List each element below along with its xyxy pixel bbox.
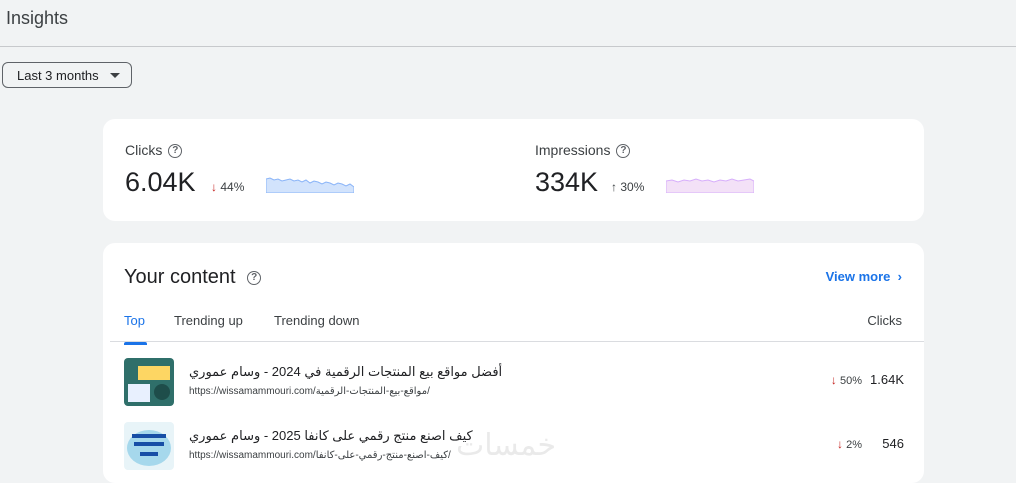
thumbnail-image	[124, 358, 174, 406]
clicks-value: 6.04K	[125, 167, 196, 197]
row-title[interactable]: كيف اصنع منتج رقمي على كانفا 2025 - وسام…	[189, 428, 473, 444]
arrow-down-icon: ↓	[211, 180, 217, 194]
row-url: https://wissamammouri.com/كيف-اصنع-منتج-…	[189, 450, 451, 461]
watermark-logo: خمسات	[456, 428, 557, 463]
arrow-down-icon: ↓	[830, 373, 837, 387]
help-icon[interactable]: ?	[247, 270, 262, 285]
tab-trending-up[interactable]: Trending up	[174, 313, 243, 328]
row-url: https://wissamammouri.com/مواقع-بيع-المن…	[189, 386, 430, 397]
help-icon[interactable]: ?	[168, 144, 183, 159]
active-tab-indicator	[124, 342, 147, 345]
row-title[interactable]: أفضل مواقع بيع المنتجات الرقمية في 2024 …	[189, 364, 502, 380]
page-title: Insights	[6, 8, 69, 28]
impressions-sparkline	[666, 178, 754, 193]
clicks-sparkline	[266, 177, 354, 193]
view-more-label: View more	[825, 269, 891, 284]
date-range-dropdown[interactable]: Last 3 months	[2, 62, 132, 88]
arrow-down-icon: ↓	[837, 437, 844, 451]
metrics-card: Clicks? 6.04K ↓ 44% Impressions? 334K ↑ …	[103, 119, 924, 221]
view-more-link[interactable]: View more ›	[826, 269, 902, 284]
caret-down-icon	[110, 73, 120, 78]
arrow-up-icon: ↑	[611, 180, 617, 194]
impressions-label: Impressions	[535, 142, 611, 158]
column-header-clicks: Clicks	[867, 313, 902, 328]
top-bar: Insights	[0, 0, 1016, 47]
table-row[interactable]: أفضل مواقع بيع المنتجات الرقمية في 2024 …	[124, 358, 904, 408]
chevron-right-icon: ›	[894, 269, 902, 284]
tab-top[interactable]: Top	[124, 313, 145, 328]
row-delta: 50%	[839, 375, 862, 387]
divider	[110, 341, 924, 342]
thumbnail-image	[124, 422, 174, 470]
clicks-label: Clicks	[125, 142, 163, 158]
row-clicks: 1.64K	[870, 372, 904, 387]
help-icon[interactable]: ?	[616, 144, 631, 159]
clicks-delta: 44%	[220, 180, 245, 194]
content-title: Your content	[124, 266, 236, 288]
impressions-value: 334K	[535, 167, 599, 197]
date-range-label: Last 3 months	[17, 67, 99, 83]
impressions-delta: 30%	[620, 180, 645, 194]
row-clicks: 546	[882, 436, 904, 451]
row-delta: 2%	[846, 439, 862, 451]
tab-trending-down[interactable]: Trending down	[274, 313, 360, 328]
